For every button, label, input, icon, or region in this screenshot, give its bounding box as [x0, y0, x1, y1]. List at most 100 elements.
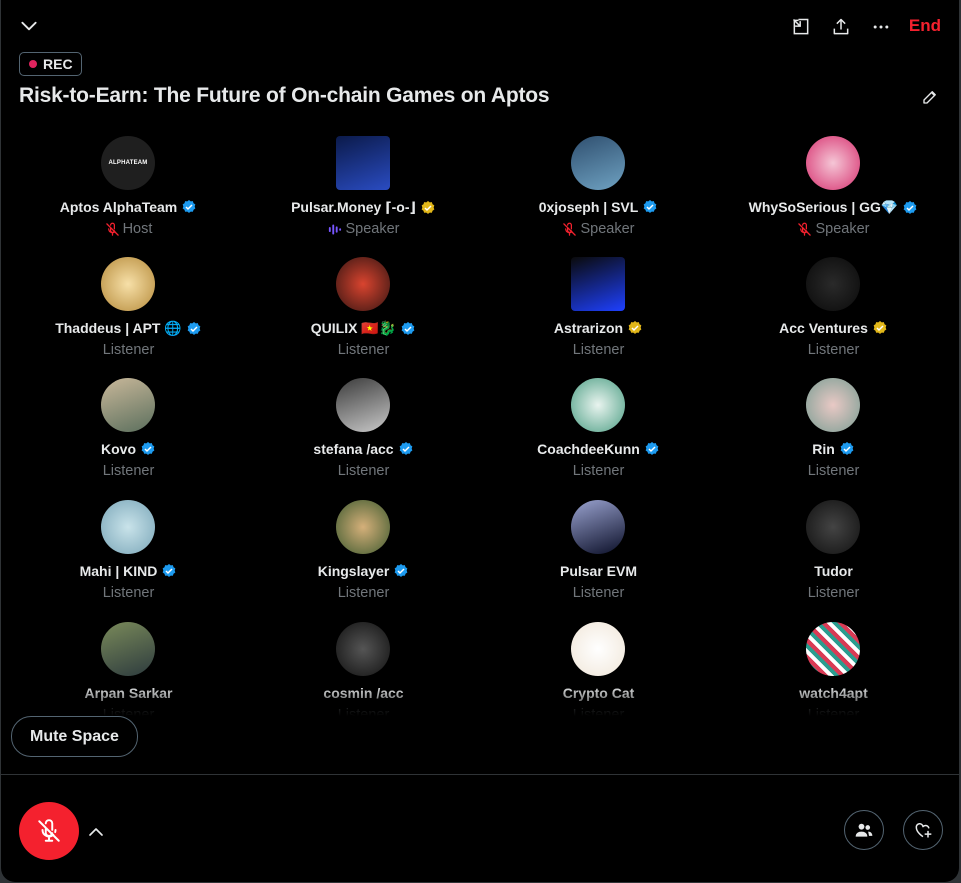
- participant-card[interactable]: Tudor Listener: [716, 494, 951, 615]
- participant-card[interactable]: 0xjoseph | SVL Speaker: [481, 130, 716, 251]
- mic-muted-icon: [563, 222, 577, 236]
- participant-role-row: Listener: [11, 342, 246, 358]
- avatar[interactable]: [101, 500, 155, 554]
- participant-name-row: Kingslayer: [246, 563, 481, 579]
- participant-name: Pulsar EVM: [559, 563, 638, 579]
- participant-name: Tudor: [814, 563, 853, 579]
- participant-name-row: 0xjoseph | SVL: [481, 199, 716, 215]
- participant-card[interactable]: Acc Ventures Listener: [716, 251, 951, 372]
- participant-name-row: Pulsar.Money ⌈-o-⌋: [246, 199, 481, 216]
- avatar[interactable]: [101, 378, 155, 432]
- participant-card[interactable]: Rin Listener: [716, 372, 951, 493]
- participant-card[interactable]: Kingslayer Listener: [246, 494, 481, 615]
- participant-card[interactable]: stefana /acc Listener: [246, 372, 481, 493]
- verified-badge-icon: [643, 200, 657, 213]
- avatar[interactable]: [336, 136, 390, 190]
- microphone-button[interactable]: [19, 802, 79, 860]
- verified-badge-icon: [840, 442, 854, 455]
- participant-role: Listener: [337, 342, 390, 358]
- avatar[interactable]: [806, 136, 860, 190]
- divider: [1, 774, 959, 775]
- participant-role-row: Listener: [246, 463, 481, 479]
- avatar[interactable]: [336, 257, 390, 311]
- minimize-icon[interactable]: [789, 15, 813, 39]
- end-button[interactable]: End: [909, 16, 941, 36]
- chevron-down-icon[interactable]: [17, 14, 41, 38]
- participant-card[interactable]: Pulsar.Money ⌈-o-⌋ Speaker: [246, 130, 481, 251]
- avatar[interactable]: [336, 622, 390, 676]
- participant-role: Listener: [337, 585, 390, 601]
- avatar[interactable]: [101, 622, 155, 676]
- avatar[interactable]: [101, 257, 155, 311]
- verified-badge-icon: [394, 564, 408, 577]
- avatar[interactable]: [336, 500, 390, 554]
- mic-muted-icon: [798, 222, 812, 236]
- participant-card[interactable]: Mahi | KIND Listener: [11, 494, 246, 615]
- avatar[interactable]: [806, 378, 860, 432]
- chevron-up-icon[interactable]: [85, 821, 107, 843]
- participant-card[interactable]: QUILIX 🇻🇳🐉 Listener: [246, 251, 481, 372]
- participants-button[interactable]: [844, 810, 884, 850]
- participant-name: Pulsar.Money ⌈-o-⌋: [291, 199, 416, 215]
- space-panel: End REC Risk-to-Earn: The Future of On-c…: [1, 0, 959, 882]
- heart-plus-icon: [915, 822, 932, 838]
- participant-name-row: Kovo: [11, 441, 246, 457]
- avatar[interactable]: [806, 500, 860, 554]
- participant-role-row: Listener: [481, 342, 716, 358]
- participant-name-row: Pulsar EVM: [481, 563, 716, 579]
- participant-name-row: Thaddeus | APT 🌐: [11, 320, 246, 337]
- avatar[interactable]: [806, 257, 860, 311]
- avatar[interactable]: [571, 257, 625, 311]
- mute-space-button[interactable]: Mute Space: [11, 716, 138, 757]
- participant-name-row: Acc Ventures: [716, 320, 951, 336]
- participant-role: Listener: [807, 342, 860, 358]
- react-button[interactable]: [903, 810, 943, 850]
- participant-name: QUILIX 🇻🇳🐉: [310, 320, 397, 336]
- participant-card[interactable]: CoachdeeKunn Listener: [481, 372, 716, 493]
- avatar[interactable]: [571, 500, 625, 554]
- verified-badge-icon: [904, 200, 917, 214]
- mic-muted-icon: [38, 819, 60, 842]
- participant-role: Listener: [807, 463, 860, 479]
- participant-role: Listener: [807, 585, 860, 601]
- participant-card[interactable]: ALPHATEAM Aptos AlphaTeam Host: [11, 130, 246, 251]
- avatar[interactable]: [571, 136, 625, 190]
- participant-role: Speaker: [815, 221, 870, 237]
- avatar[interactable]: [336, 378, 390, 432]
- participant-name: Astrarizon: [553, 320, 624, 336]
- participant-role-row: Listener: [716, 463, 951, 479]
- avatar[interactable]: [806, 622, 860, 676]
- participant-role: Speaker: [345, 221, 400, 237]
- participant-role-row: Listener: [481, 463, 716, 479]
- participant-card[interactable]: Pulsar EVM Listener: [481, 494, 716, 615]
- participant-role-row: Host: [11, 221, 246, 237]
- avatar[interactable]: ALPHATEAM: [101, 136, 155, 190]
- participant-role: Host: [122, 221, 153, 237]
- participant-card[interactable]: Astrarizon Listener: [481, 251, 716, 372]
- participant-name-row: Rin: [716, 441, 951, 457]
- participant-role: Listener: [572, 463, 625, 479]
- participant-card[interactable]: Kovo Listener: [11, 372, 246, 493]
- space-title: Risk-to-Earn: The Future of On-chain Gam…: [19, 84, 550, 107]
- participant-name-row: QUILIX 🇻🇳🐉: [246, 320, 481, 337]
- share-icon[interactable]: [829, 15, 853, 39]
- more-icon[interactable]: [869, 15, 893, 39]
- speaking-icon: [329, 224, 342, 234]
- avatar[interactable]: [571, 622, 625, 676]
- participant-card[interactable]: Thaddeus | APT 🌐 Listener: [11, 251, 246, 372]
- participant-role-row: Listener: [246, 342, 481, 358]
- rec-badge: REC: [19, 52, 82, 76]
- participant-role: Listener: [102, 342, 155, 358]
- participant-name: stefana /acc: [313, 441, 394, 457]
- edit-icon[interactable]: [919, 86, 941, 108]
- participant-role-row: Listener: [716, 585, 951, 601]
- participant-name-row: CoachdeeKunn: [481, 441, 716, 457]
- avatar[interactable]: [571, 378, 625, 432]
- participant-role: Listener: [102, 463, 155, 479]
- participant-role-row: Speaker: [716, 221, 951, 237]
- verified-badge-icon: [873, 321, 887, 334]
- participant-role-row: Listener: [246, 585, 481, 601]
- verified-badge-icon: [163, 564, 176, 577]
- participant-name: Mahi | KIND: [79, 563, 158, 579]
- participant-card[interactable]: WhySoSerious | GG💎 Speaker: [716, 130, 951, 251]
